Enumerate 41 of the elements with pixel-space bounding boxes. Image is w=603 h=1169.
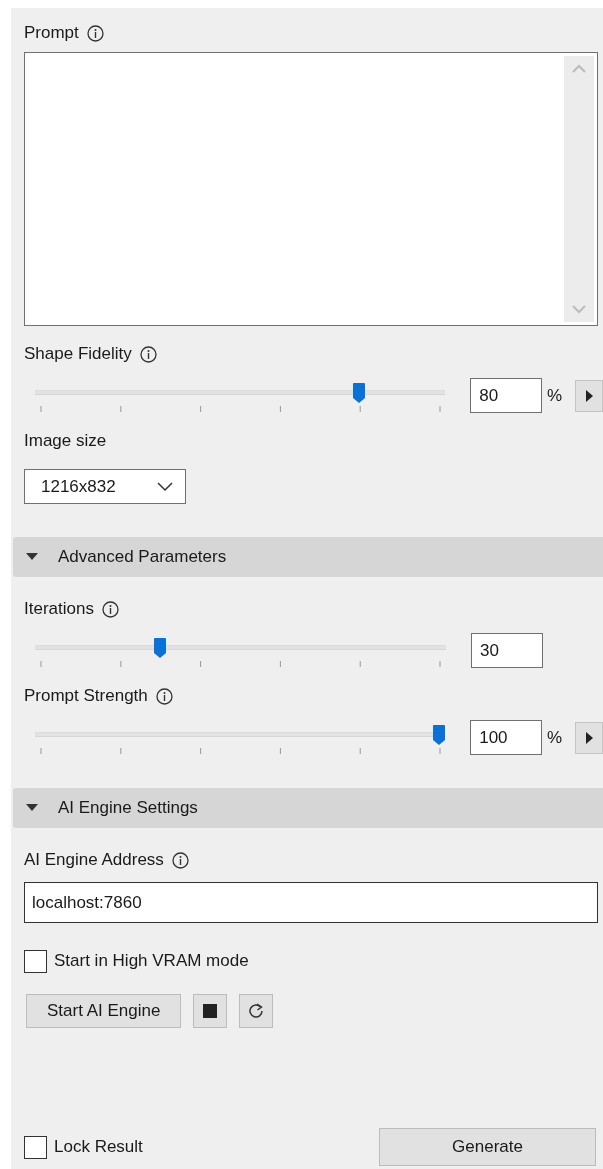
triangle-icon bbox=[26, 804, 38, 812]
play-button[interactable] bbox=[575, 721, 603, 754]
stop-button[interactable] bbox=[193, 994, 228, 1028]
field-label: Prompt bbox=[24, 23, 79, 43]
triangle-icon bbox=[26, 553, 38, 561]
info-icon[interactable] bbox=[155, 687, 173, 705]
play-icon bbox=[585, 389, 593, 402]
refresh-button[interactable] bbox=[239, 994, 274, 1028]
section-header[interactable]: Advanced Parameters bbox=[13, 537, 603, 577]
info-icon[interactable] bbox=[139, 345, 157, 363]
info-icon[interactable] bbox=[86, 24, 104, 42]
refresh-icon bbox=[247, 1002, 266, 1020]
play-icon bbox=[585, 731, 593, 744]
checkbox-label: Start in High VRAM mode bbox=[54, 951, 249, 971]
size-dropdown[interactable]: 1216x832 bbox=[24, 469, 186, 504]
address-field[interactable]: localhost:7860 bbox=[24, 882, 598, 923]
number-field[interactable]: 30 bbox=[471, 633, 543, 668]
slider-thumb[interactable] bbox=[353, 383, 366, 403]
prompt-field[interactable] bbox=[24, 52, 598, 326]
field-label: AI Engine Address bbox=[24, 850, 164, 870]
checkbox-label: Lock Result bbox=[54, 1137, 143, 1157]
chevron-down-icon bbox=[157, 481, 173, 492]
slider-thumb[interactable] bbox=[153, 638, 166, 658]
field-label: Image size bbox=[24, 431, 107, 451]
stop-icon bbox=[203, 1004, 218, 1018]
checkbox[interactable] bbox=[24, 1135, 47, 1159]
field-label: Shape Fidelity bbox=[24, 344, 132, 364]
section-header[interactable]: AI Engine Settings bbox=[13, 788, 603, 828]
unit-label: % bbox=[547, 385, 564, 406]
field-label: Iterations bbox=[24, 599, 94, 619]
play-button[interactable] bbox=[575, 379, 603, 412]
checkbox[interactable] bbox=[24, 949, 47, 973]
generate-button[interactable]: Generate bbox=[379, 1128, 596, 1166]
unit-label: % bbox=[547, 727, 564, 748]
number-field[interactable]: 100 bbox=[470, 720, 543, 755]
field-label: Prompt Strength bbox=[24, 686, 148, 706]
number-field[interactable]: 80 bbox=[470, 378, 543, 413]
slider-thumb[interactable] bbox=[433, 725, 445, 745]
info-icon[interactable] bbox=[171, 851, 189, 869]
start-button[interactable]: Start AI Engine bbox=[26, 994, 182, 1028]
info-icon[interactable] bbox=[101, 600, 119, 618]
